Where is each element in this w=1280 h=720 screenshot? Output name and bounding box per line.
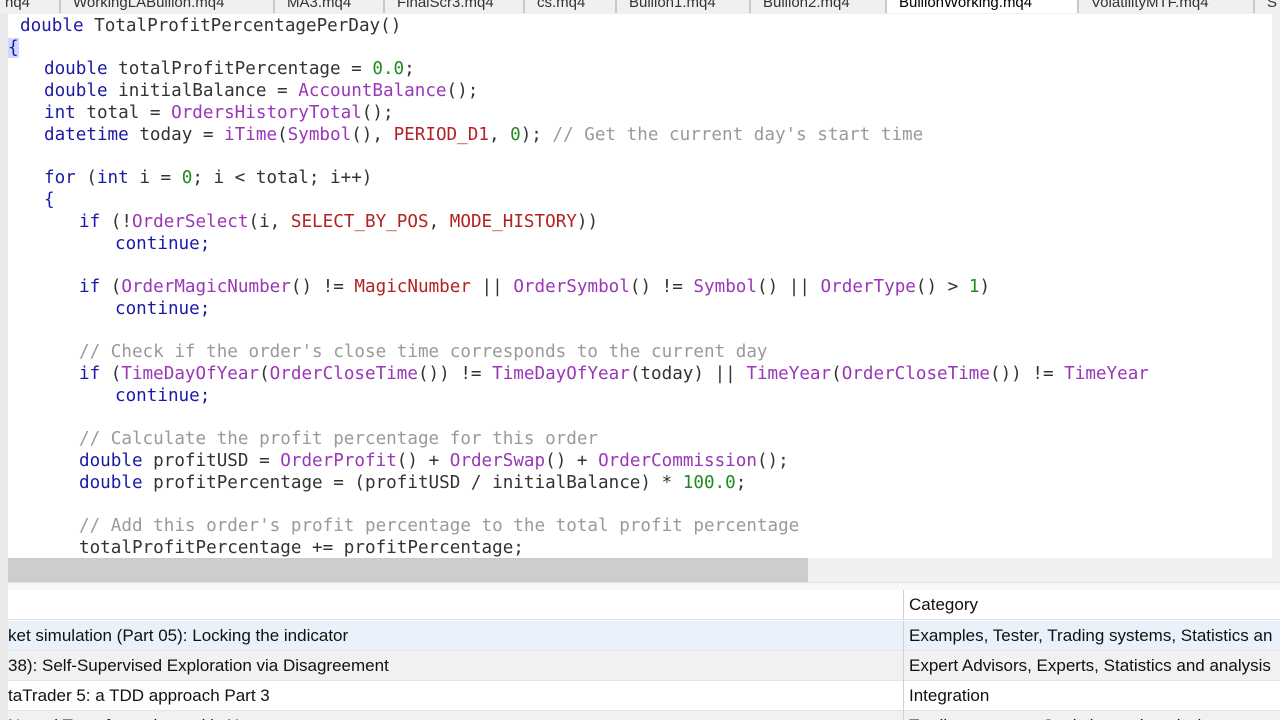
- row-category: Expert Advisors, Experts, Statistics and…: [903, 651, 1280, 681]
- table-row[interactable]: taTrader 5: a TDD approach Part 3 Integr…: [8, 681, 1280, 711]
- horizontal-scrollbar-thumb[interactable]: [8, 558, 808, 582]
- code-line: int total = OrdersHistoryTotal();: [44, 103, 394, 123]
- file-tab[interactable]: WorkingLABullion.mq4: [60, 0, 274, 13]
- code-line: double profitPercentage = (profitUSD / i…: [79, 473, 747, 493]
- code-line: for (int i = 0; i < total; i++): [44, 168, 373, 188]
- file-tab[interactable]: MA3.mq4: [274, 0, 384, 13]
- row-category: Examples, Tester, Trading systems, Stati…: [903, 621, 1280, 651]
- file-tab[interactable]: cs.mq4: [524, 0, 616, 13]
- code-line: {: [44, 190, 55, 210]
- matched-brace: {: [8, 38, 19, 58]
- row-title: taTrader 5: a TDD approach Part 3: [8, 686, 270, 705]
- row-category: Trading systems, Statistics and analysis: [903, 711, 1280, 720]
- code-line: if (OrderMagicNumber() != MagicNumber ||…: [79, 277, 991, 297]
- file-tab[interactable]: FinalScr3.mq4: [384, 0, 524, 13]
- code-line: datetime today = iTime(Symbol(), PERIOD_…: [44, 125, 924, 145]
- file-tab-active[interactable]: BullionWorking.mq4: [886, 0, 1078, 13]
- horizontal-scrollbar[interactable]: [8, 558, 1272, 582]
- code-line: continue;: [115, 299, 211, 319]
- scrollbar-corner: [1272, 558, 1280, 582]
- header-category-column[interactable]: Category: [903, 590, 1280, 620]
- code-line: continue;: [115, 234, 211, 254]
- table-row[interactable]: Neural Transformations with AI ... Tradi…: [8, 711, 1280, 720]
- editor-tab-bar: nq4 WorkingLABullion.mq4 MA3.mq4 FinalSc…: [0, 0, 1280, 14]
- code-line: continue;: [115, 386, 211, 406]
- file-tab[interactable]: S: [1254, 0, 1280, 13]
- code-line: // Add this order's profit percentage to…: [79, 516, 800, 536]
- code-line: double initialBalance = AccountBalance()…: [44, 81, 479, 101]
- file-tab[interactable]: VolatilityMTF.mq4: [1078, 0, 1254, 13]
- code-line: if (!OrderSelect(i, SELECT_BY_POS, MODE_…: [79, 212, 599, 232]
- row-title: 38): Self-Supervised Exploration via Dis…: [8, 656, 389, 675]
- file-tab[interactable]: nq4: [0, 0, 60, 13]
- code-line: totalProfitPercentage += profitPercentag…: [79, 538, 524, 558]
- table-row[interactable]: 38): Self-Supervised Exploration via Dis…: [8, 651, 1280, 681]
- code-line: {: [8, 38, 19, 59]
- code-line: // Calculate the profit percentage for t…: [79, 429, 599, 449]
- file-tab[interactable]: Bullion1.mq4: [616, 0, 750, 13]
- file-tab[interactable]: Bullion2.mq4: [750, 0, 886, 13]
- row-category: Integration: [903, 681, 1280, 711]
- table-row[interactable]: ket simulation (Part 05): Locking the in…: [8, 621, 1280, 651]
- row-title: ket simulation (Part 05): Locking the in…: [8, 626, 349, 645]
- code-line: double profitUSD = OrderProfit() + Order…: [79, 451, 789, 471]
- left-panel-edge: [0, 14, 8, 720]
- code-line: // Check if the order's close time corre…: [79, 342, 768, 362]
- vertical-scrollbar[interactable]: [1272, 14, 1280, 558]
- code-editor[interactable]: double TotalProfitPercentagePerDay() { d…: [8, 14, 1272, 558]
- code-line: double totalProfitPercentage = 0.0;: [44, 59, 415, 79]
- articles-table: Category ket simulation (Part 05): Locki…: [8, 590, 1280, 720]
- header-title-column[interactable]: [8, 590, 902, 620]
- table-header: Category: [8, 590, 1280, 620]
- row-title: Neural Transformations with AI ...: [8, 711, 902, 720]
- panel-splitter[interactable]: [8, 582, 1280, 590]
- code-line: if (TimeDayOfYear(OrderCloseTime()) != T…: [79, 364, 1149, 384]
- code-line: double TotalProfitPercentagePerDay(): [20, 16, 402, 36]
